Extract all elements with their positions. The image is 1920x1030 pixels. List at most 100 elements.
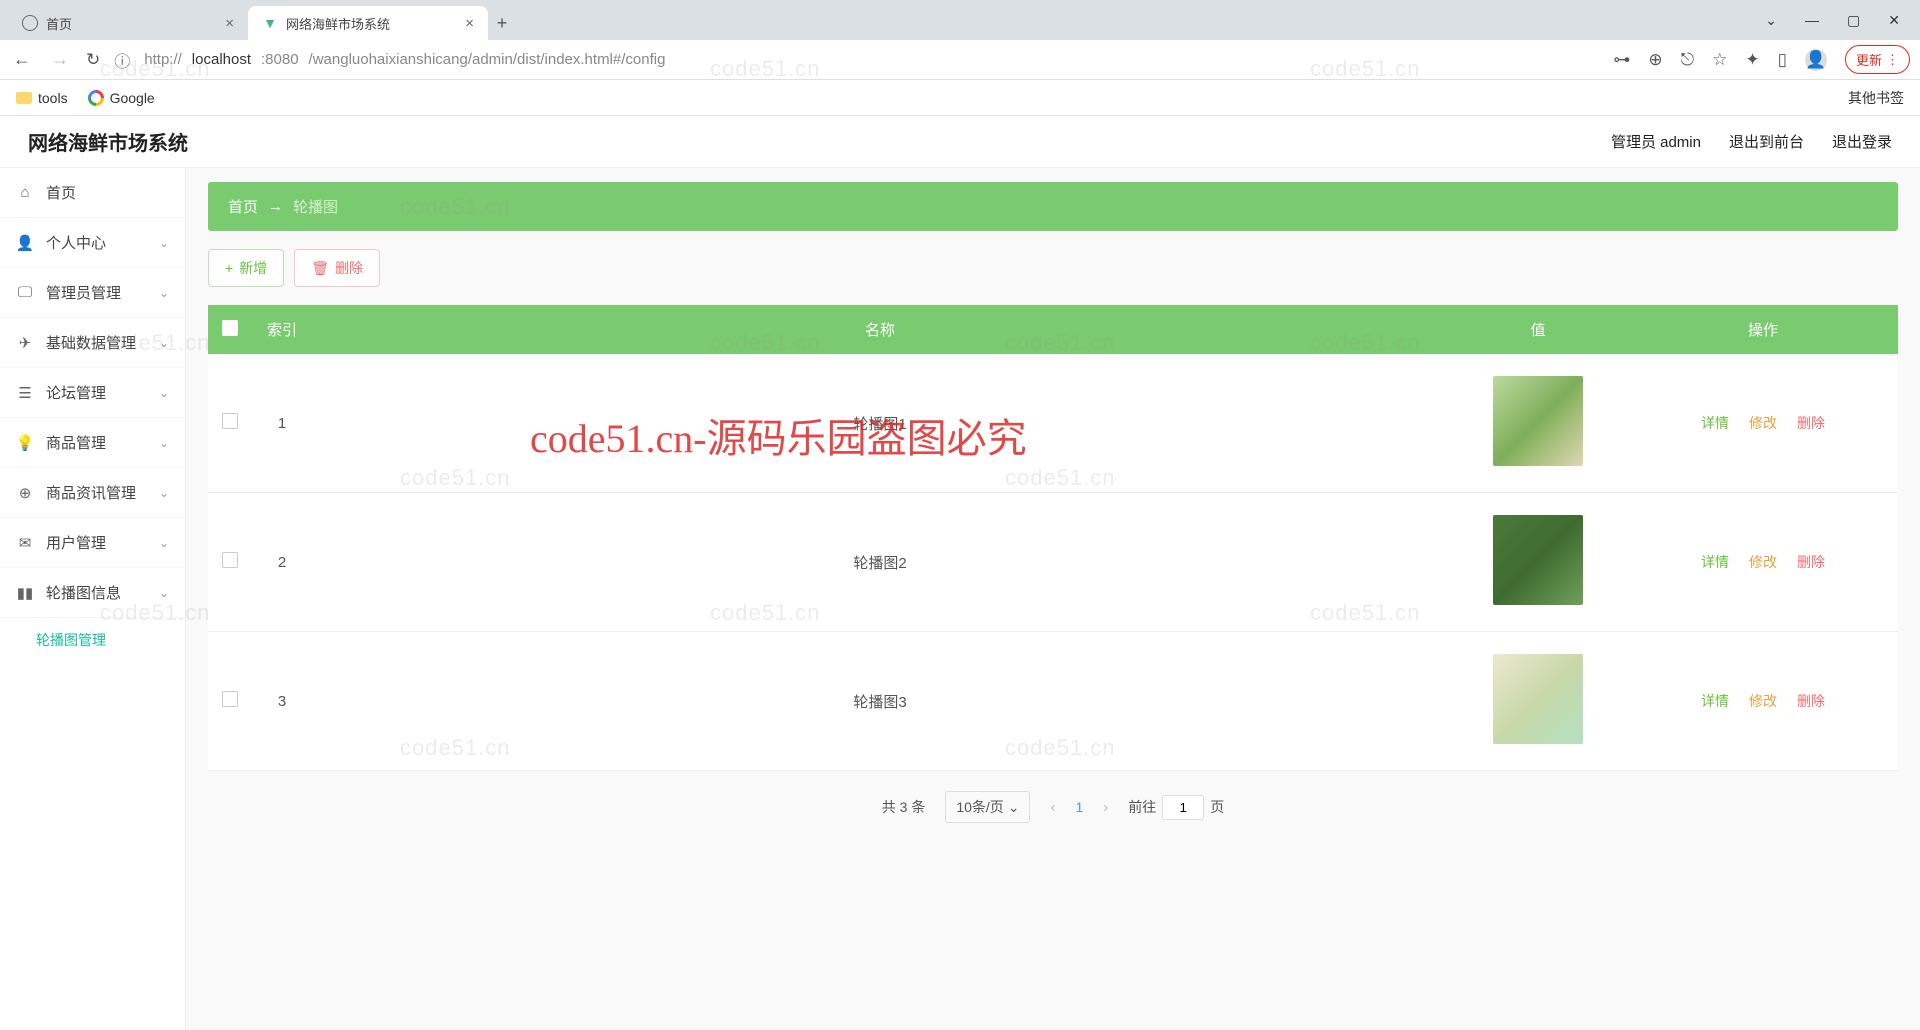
row-name: 轮播图2 <box>312 493 1448 632</box>
sidebar-item-admin[interactable]: 🖵管理员管理⌄ <box>0 268 185 318</box>
row-checkbox[interactable] <box>222 552 238 568</box>
checkbox-all[interactable] <box>222 320 238 336</box>
prev-page-button[interactable]: ‹ <box>1050 799 1055 816</box>
table-header-value[interactable]: 值 <box>1448 305 1628 354</box>
edit-button[interactable]: 修改 <box>1749 691 1777 711</box>
breadcrumb-current: 轮播图 <box>293 196 338 217</box>
folder-icon <box>16 92 32 104</box>
page-size-select[interactable]: 10条/页 ⌄ <box>945 791 1030 823</box>
sidebar-item-users[interactable]: ✉用户管理⌄ <box>0 518 185 568</box>
sidebar-item-home[interactable]: ⌂首页 <box>0 168 185 218</box>
logout-button[interactable]: 退出登录 <box>1832 131 1892 152</box>
url-input[interactable]: http://localhost:8080/wangluohaixianshic… <box>144 51 1599 68</box>
close-icon[interactable]: × <box>465 15 474 32</box>
chevron-down-icon: ⌄ <box>159 386 169 400</box>
sidebar-item-forum[interactable]: ☰论坛管理⌄ <box>0 368 185 418</box>
admin-header: 网络海鲜市场系统 管理员 admin 退出到前台 退出登录 <box>0 116 1920 168</box>
chart-icon: ▮▮ <box>16 584 34 602</box>
sidebar-item-profile[interactable]: 👤个人中心⌄ <box>0 218 185 268</box>
maximize-icon[interactable]: ▢ <box>1847 12 1860 29</box>
page-number[interactable]: 1 <box>1075 799 1083 815</box>
breadcrumb: 首页 → 轮播图 <box>208 182 1898 231</box>
bookmark-google[interactable]: Google <box>88 90 155 106</box>
sidebar-item-basedata[interactable]: ✈基础数据管理⌄ <box>0 318 185 368</box>
star-icon[interactable]: ☆ <box>1712 50 1727 70</box>
page-title: 网络海鲜市场系统 <box>28 127 188 156</box>
home-icon: ⌂ <box>16 184 34 201</box>
share-icon[interactable]: ⎋ <box>1681 50 1694 70</box>
tab-label: 网络海鲜市场系统 <box>286 14 390 33</box>
panel-icon[interactable]: ▯ <box>1778 50 1787 70</box>
row-delete-button[interactable]: 删除 <box>1797 413 1825 433</box>
globe-icon <box>22 15 38 31</box>
update-button[interactable]: 更新⋮ <box>1845 45 1910 74</box>
table-header-check <box>208 305 252 354</box>
detail-button[interactable]: 详情 <box>1701 413 1729 433</box>
close-icon[interactable]: × <box>225 15 234 32</box>
extensions-icon[interactable]: ✦ <box>1745 50 1759 70</box>
monitor-icon: 🖵 <box>16 284 34 301</box>
table-header-name[interactable]: 名称 <box>312 305 1448 354</box>
sidebar-item-carousel-manage[interactable]: 轮播图管理 <box>0 618 185 662</box>
forward-button[interactable]: → <box>48 49 72 70</box>
person-icon: 👤 <box>16 234 34 252</box>
goto-suffix: 页 <box>1210 797 1224 817</box>
minimize-icon[interactable]: — <box>1805 12 1819 28</box>
add-button[interactable]: +新增 <box>208 249 284 287</box>
new-tab-button[interactable]: + <box>488 6 516 40</box>
chevron-down-icon: ⌄ <box>159 436 169 450</box>
plus-icon: + <box>225 260 233 276</box>
table-header-ops: 操作 <box>1628 305 1898 354</box>
edit-button[interactable]: 修改 <box>1749 552 1777 572</box>
browser-tab-active[interactable]: ▼ 网络海鲜市场系统 × <box>248 6 488 40</box>
table-row: 1轮播图1详情修改删除 <box>208 354 1898 493</box>
close-window-icon[interactable]: ✕ <box>1888 12 1900 29</box>
key-icon[interactable]: ⊶ <box>1613 50 1630 70</box>
next-page-button[interactable]: › <box>1103 799 1108 816</box>
chevron-down-icon: ⌄ <box>159 286 169 300</box>
profile-icon[interactable]: 👤 <box>1805 49 1827 71</box>
detail-button[interactable]: 详情 <box>1701 691 1729 711</box>
list-icon: ☰ <box>16 384 34 402</box>
table-row: 3轮播图3 详情修改删除 <box>208 632 1898 771</box>
goto-input[interactable] <box>1162 795 1204 820</box>
edit-button[interactable]: 修改 <box>1749 413 1777 433</box>
bookmark-folder-tools[interactable]: tools <box>16 90 68 106</box>
main-content: 首页 → 轮播图 +新增 🗑删除 索引 名称 值 操 <box>186 168 1920 1030</box>
address-bar: ← → ↻ ⓘ http://localhost:8080/wangluohai… <box>0 40 1920 80</box>
info-icon[interactable]: ⓘ <box>114 48 130 72</box>
chevron-down-icon[interactable]: ⌄ <box>1765 12 1777 29</box>
detail-button[interactable]: 详情 <box>1701 552 1729 572</box>
row-index: 2 <box>252 493 312 632</box>
breadcrumb-home[interactable]: 首页 <box>228 196 258 217</box>
row-name: 轮播图3 <box>312 632 1448 771</box>
other-bookmarks[interactable]: 其他书签 <box>1842 88 1904 108</box>
exit-to-front-button[interactable]: 退出到前台 <box>1729 131 1804 152</box>
thumbnail-image <box>1493 376 1583 466</box>
back-button[interactable]: ← <box>10 49 34 70</box>
sidebar-item-news[interactable]: ⊕商品资讯管理⌄ <box>0 468 185 518</box>
chevron-down-icon: ⌄ <box>159 586 169 600</box>
chevron-down-icon: ⌄ <box>159 536 169 550</box>
row-delete-button[interactable]: 删除 <box>1797 552 1825 572</box>
tab-label: 首页 <box>46 14 72 33</box>
zoom-icon[interactable]: ⊕ <box>1648 50 1662 70</box>
delete-button[interactable]: 🗑删除 <box>294 249 380 287</box>
thumbnail-image <box>1493 515 1583 605</box>
sidebar: ⌂首页 👤个人中心⌄ 🖵管理员管理⌄ ✈基础数据管理⌄ ☰论坛管理⌄ 💡商品管理… <box>0 168 186 1030</box>
browser-tab[interactable]: 首页 × <box>8 6 248 40</box>
row-checkbox[interactable] <box>222 413 238 429</box>
row-checkbox[interactable] <box>222 691 238 707</box>
bookmark-bar: tools Google 其他书签 <box>0 80 1920 116</box>
vue-icon: ▼ <box>262 15 278 31</box>
row-delete-button[interactable]: 删除 <box>1797 691 1825 711</box>
data-table: 索引 名称 值 操作 1轮播图1详情修改删除2轮播图2详情修改删除3轮播图3详情… <box>208 305 1898 771</box>
table-header-index[interactable]: 索引 <box>252 305 312 354</box>
user-label[interactable]: 管理员 admin <box>1611 131 1701 152</box>
sidebar-item-goods[interactable]: 💡商品管理⌄ <box>0 418 185 468</box>
sidebar-item-carousel[interactable]: ▮▮轮播图信息⌄ <box>0 568 185 618</box>
trash-icon: 🗑 <box>311 260 329 277</box>
row-index: 3 <box>252 632 312 771</box>
reload-button[interactable]: ↻ <box>86 50 100 70</box>
mail-icon: ✉ <box>16 534 34 552</box>
